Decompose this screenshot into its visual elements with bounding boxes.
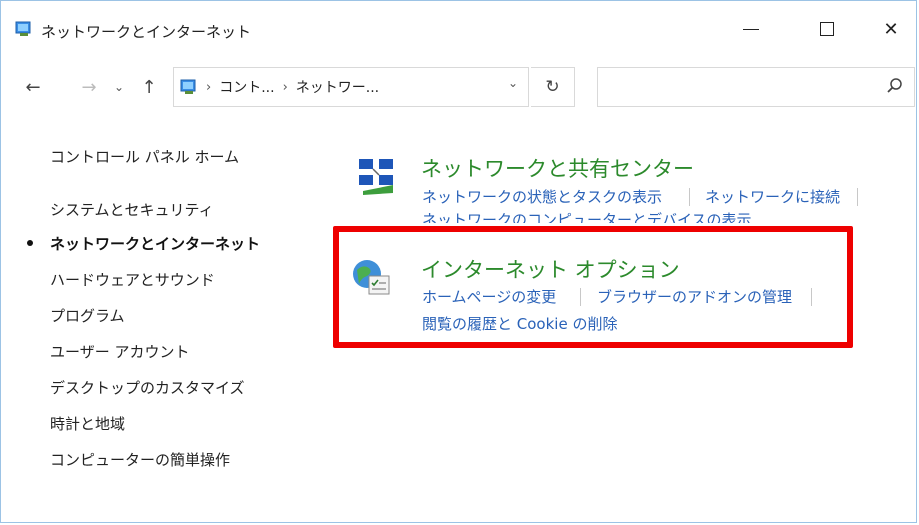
control-panel-icon bbox=[180, 79, 196, 94]
network-status-link[interactable]: ネットワークの状態とタスクの表示 bbox=[422, 186, 662, 207]
sidebar-item-hardware-sound[interactable]: ハードウェアとサウンド bbox=[50, 269, 215, 290]
link-divider bbox=[689, 188, 690, 206]
title-bar: ネットワークとインターネット ✕ bbox=[1, 1, 916, 47]
sidebar-item-control-panel-home[interactable]: コントロール パネル ホーム bbox=[50, 146, 239, 167]
network-devices-link-clip: ネットワークのコンピューターとデバイスの表示 bbox=[422, 211, 802, 223]
control-panel-window: ネットワークとインターネット ✕ ← → ⌄ ↑ › コント... › ネットワ… bbox=[0, 0, 917, 523]
search-box[interactable] bbox=[597, 67, 915, 107]
sidebar-item-desktop-customize[interactable]: デスクトップのカスタマイズ bbox=[50, 377, 245, 398]
network-sharing-center-title[interactable]: ネットワークと共有センター bbox=[421, 153, 694, 183]
link-divider bbox=[857, 188, 858, 206]
back-button[interactable]: ← bbox=[15, 67, 51, 107]
network-sharing-icon bbox=[359, 159, 393, 195]
refresh-icon: ↻ bbox=[545, 77, 560, 97]
current-item-bullet-icon bbox=[27, 240, 33, 246]
back-arrow-icon: ← bbox=[25, 76, 41, 98]
up-button[interactable]: ↑ bbox=[131, 67, 167, 107]
breadcrumb-separator-icon: › bbox=[282, 79, 288, 95]
breadcrumb-separator-icon: › bbox=[206, 79, 212, 95]
sidebar-item-ease-of-access[interactable]: コンピューターの簡単操作 bbox=[50, 449, 230, 470]
highlight-box bbox=[333, 226, 853, 348]
breadcrumb-control-panel[interactable]: コント... bbox=[219, 77, 274, 97]
sidebar-item-clock-region[interactable]: 時計と地域 bbox=[50, 413, 125, 434]
address-bar[interactable]: › コント... › ネットワー... ⌄ bbox=[173, 67, 529, 107]
minimize-icon bbox=[743, 28, 759, 30]
chevron-down-icon[interactable]: ⌄ bbox=[508, 76, 518, 90]
maximize-icon bbox=[820, 22, 834, 36]
sidebar-item-programs[interactable]: プログラム bbox=[50, 305, 125, 326]
refresh-button[interactable]: ↻ bbox=[531, 67, 575, 107]
search-input[interactable] bbox=[606, 68, 880, 106]
sidebar-item-network-internet[interactable]: ネットワークとインターネット bbox=[50, 233, 260, 254]
close-button[interactable]: ✕ bbox=[863, 11, 919, 47]
sidebar-item-system-security[interactable]: システムとセキュリティ bbox=[50, 199, 214, 220]
search-icon[interactable] bbox=[886, 77, 904, 95]
chevron-down-icon: ⌄ bbox=[113, 80, 125, 94]
recent-locations-button[interactable]: ⌄ bbox=[105, 67, 133, 107]
close-icon: ✕ bbox=[883, 18, 899, 40]
window-title: ネットワークとインターネット bbox=[41, 23, 252, 41]
forward-arrow-icon: → bbox=[81, 76, 97, 98]
connect-network-link[interactable]: ネットワークに接続 bbox=[705, 186, 840, 207]
minimize-button[interactable] bbox=[723, 11, 779, 47]
maximize-button[interactable] bbox=[799, 11, 855, 47]
forward-button[interactable]: → bbox=[71, 67, 107, 107]
breadcrumb-network[interactable]: ネットワー... bbox=[296, 77, 379, 97]
control-panel-icon bbox=[15, 21, 31, 36]
sidebar-item-user-accounts[interactable]: ユーザー アカウント bbox=[50, 341, 189, 362]
up-arrow-icon: ↑ bbox=[141, 76, 157, 98]
network-devices-link[interactable]: ネットワークのコンピューターとデバイスの表示 bbox=[422, 211, 802, 223]
